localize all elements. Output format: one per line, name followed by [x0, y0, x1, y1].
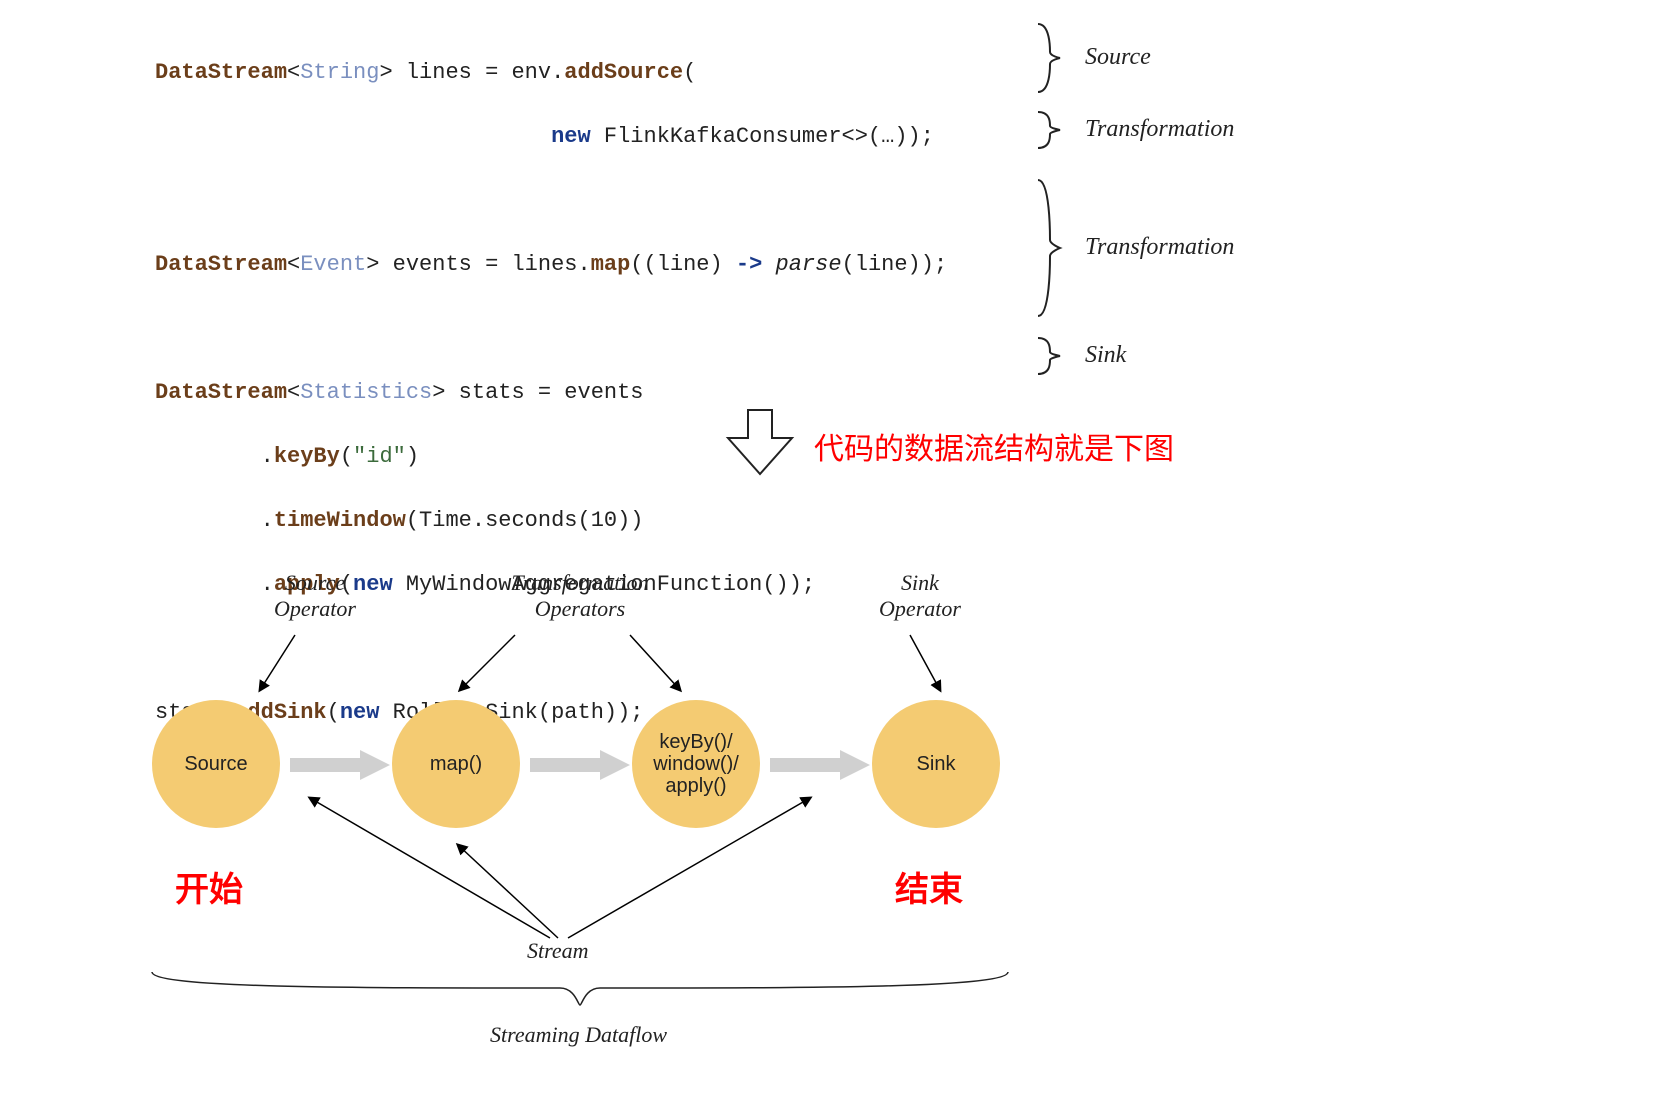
- label-start: 开始: [175, 862, 243, 911]
- pointer-sink: [905, 630, 955, 700]
- pointer-trans-left: [455, 630, 525, 700]
- flow-arrow-2: [530, 750, 630, 780]
- label-sink: Sink: [1085, 342, 1126, 369]
- brace-source: [1030, 22, 1066, 94]
- code-line-2: new FlinkKafkaConsumer<>(…));: [155, 121, 947, 153]
- flow-arrow-1: [290, 750, 390, 780]
- stream-arrow-3: [560, 790, 840, 950]
- brace-trans2: [1030, 178, 1066, 318]
- code-line-11: stats.addSink(new RollingSink(path));: [155, 697, 947, 729]
- caption-red: 代码的数据流结构就是下图: [814, 424, 1174, 468]
- brace-trans1: [1030, 110, 1066, 150]
- code-line-3: [155, 185, 947, 217]
- label-trans1: Transformation: [1085, 116, 1234, 143]
- label-end: 结束: [895, 862, 963, 911]
- node-sink: Sink: [872, 700, 1000, 828]
- code-line-4: DataStream<Event> events = lines.map((li…: [155, 249, 947, 281]
- pointer-source: [255, 630, 305, 700]
- flow-arrow-3: [770, 750, 870, 780]
- code-line-1: DataStream<String> lines = env.addSource…: [155, 57, 947, 89]
- op-label-source: Source Operator: [255, 570, 375, 622]
- op-label-trans: Transformation Operators: [490, 570, 670, 622]
- brace-sink: [1030, 336, 1066, 376]
- label-trans2: Transformation: [1085, 234, 1234, 261]
- brace-dataflow: [150, 970, 1010, 1020]
- pointer-trans-right: [625, 630, 695, 700]
- label-source: Source: [1085, 44, 1151, 71]
- down-arrow-icon: [720, 404, 800, 484]
- code-line-6: DataStream<Statistics> stats = events: [155, 377, 947, 409]
- op-label-sink: Sink Operator: [860, 570, 980, 622]
- code-line-8: .timeWindow(Time.seconds(10)): [155, 505, 947, 537]
- stream-arrow-2: [450, 840, 570, 950]
- code-line-5: [155, 313, 947, 345]
- dataflow-label: Streaming Dataflow: [490, 1022, 667, 1048]
- node-source: Source: [152, 700, 280, 828]
- node-keyby-text: keyBy()/ window()/ apply(): [653, 731, 739, 797]
